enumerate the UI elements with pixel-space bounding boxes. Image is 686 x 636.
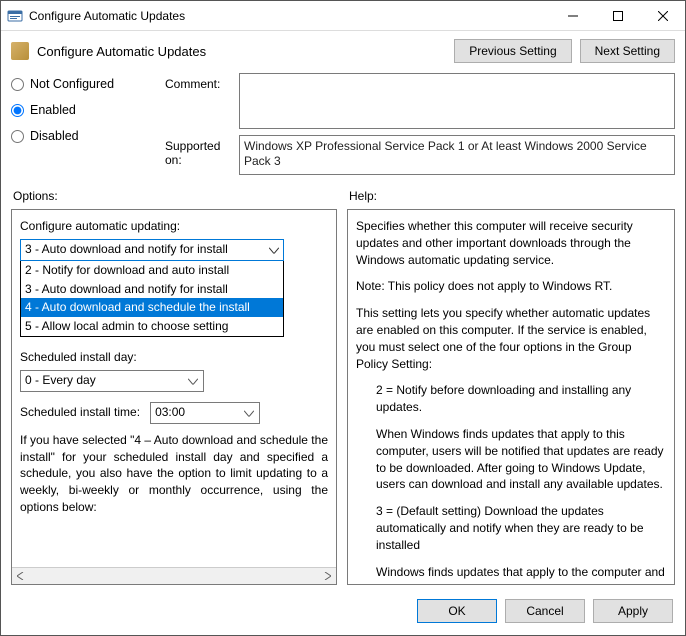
supported-on-text: Windows XP Professional Service Pack 1 o… xyxy=(244,139,647,168)
dialog-window: Configure Automatic Updates Configure Au… xyxy=(0,0,686,636)
configure-updating-value: 3 - Auto download and notify for install xyxy=(25,241,228,258)
configure-updating-dropdown[interactable]: 2 - Notify for download and auto install… xyxy=(20,260,284,337)
scroll-right-icon[interactable] xyxy=(319,568,336,585)
radio-not-configured[interactable]: Not Configured xyxy=(11,77,161,91)
radio-enabled-label: Enabled xyxy=(30,103,76,117)
section-labels: Options: Help: xyxy=(1,181,685,205)
apply-button[interactable]: Apply xyxy=(593,599,673,623)
minimize-button[interactable] xyxy=(550,1,595,31)
options-horizontal-scrollbar[interactable] xyxy=(12,567,336,584)
panes: Configure automatic updating: 3 - Auto d… xyxy=(1,205,685,589)
help-paragraph: Windows finds updates that apply to the … xyxy=(356,564,666,581)
supported-on-label: Supported on: xyxy=(165,135,235,167)
policy-icon xyxy=(11,42,29,60)
radio-disabled[interactable]: Disabled xyxy=(11,129,161,143)
scroll-left-icon[interactable] xyxy=(12,568,29,585)
chevron-down-icon xyxy=(244,404,254,421)
comment-label: Comment: xyxy=(165,73,235,91)
radio-enabled[interactable]: Enabled xyxy=(11,103,161,117)
options-label: Options: xyxy=(13,189,349,203)
options-scroll[interactable]: Configure automatic updating: 3 - Auto d… xyxy=(12,210,336,567)
options-pane: Configure automatic updating: 3 - Auto d… xyxy=(11,209,337,585)
scheduled-day-value: 0 - Every day xyxy=(25,372,96,389)
help-paragraph: 3 = (Default setting) Download the updat… xyxy=(356,503,666,553)
titlebar: Configure Automatic Updates xyxy=(1,1,685,31)
help-paragraph: When Windows finds updates that apply to… xyxy=(356,426,666,493)
chevron-down-icon xyxy=(188,372,198,389)
configure-updating-label: Configure automatic updating: xyxy=(20,218,328,235)
help-pane: Specifies whether this computer will rec… xyxy=(347,209,675,585)
maximize-button[interactable] xyxy=(595,1,640,31)
next-setting-button[interactable]: Next Setting xyxy=(580,39,675,63)
state-radio-group: Not Configured Enabled Disabled xyxy=(11,73,161,143)
dropdown-option[interactable]: 2 - Notify for download and auto install xyxy=(21,261,283,280)
scheduled-time-value: 03:00 xyxy=(155,404,185,421)
ok-button[interactable]: OK xyxy=(417,599,497,623)
scheduled-time-label: Scheduled install time: xyxy=(20,404,140,421)
radio-not-configured-label: Not Configured xyxy=(30,77,114,91)
dropdown-option[interactable]: 4 - Auto download and schedule the insta… xyxy=(21,298,283,317)
scheduled-time-select[interactable]: 03:00 xyxy=(150,402,260,424)
dropdown-option[interactable]: 3 - Auto download and notify for install xyxy=(21,280,283,299)
window-title: Configure Automatic Updates xyxy=(29,9,550,23)
help-paragraph: This setting lets you specify whether au… xyxy=(356,305,666,372)
options-footnote: If you have selected "4 – Auto download … xyxy=(20,432,328,516)
policy-title: Configure Automatic Updates xyxy=(37,44,446,59)
comment-input[interactable] xyxy=(239,73,675,129)
configure-updating-select[interactable]: 3 - Auto download and notify for install xyxy=(20,239,284,261)
radio-disabled-label: Disabled xyxy=(30,129,79,143)
app-icon xyxy=(7,8,23,24)
scheduled-day-label: Scheduled install day: xyxy=(20,349,328,366)
close-button[interactable] xyxy=(640,1,685,31)
header-row: Configure Automatic Updates Previous Set… xyxy=(1,31,685,69)
top-grid: Not Configured Enabled Disabled Comment:… xyxy=(1,69,685,181)
chevron-down-icon xyxy=(269,241,279,258)
previous-setting-button[interactable]: Previous Setting xyxy=(454,39,571,63)
help-paragraph: Specifies whether this computer will rec… xyxy=(356,218,666,268)
supported-on-box: Windows XP Professional Service Pack 1 o… xyxy=(239,135,675,175)
scheduled-day-select[interactable]: 0 - Every day xyxy=(20,370,204,392)
dialog-footer: OK Cancel Apply xyxy=(1,589,685,635)
help-scroll[interactable]: Specifies whether this computer will rec… xyxy=(348,210,674,584)
help-label: Help: xyxy=(349,189,377,203)
dropdown-option[interactable]: 5 - Allow local admin to choose setting xyxy=(21,317,283,336)
radio-enabled-input[interactable] xyxy=(11,104,24,117)
help-paragraph: Note: This policy does not apply to Wind… xyxy=(356,278,666,295)
radio-not-configured-input[interactable] xyxy=(11,78,24,91)
cancel-button[interactable]: Cancel xyxy=(505,599,585,623)
radio-disabled-input[interactable] xyxy=(11,130,24,143)
help-paragraph: 2 = Notify before downloading and instal… xyxy=(356,382,666,416)
